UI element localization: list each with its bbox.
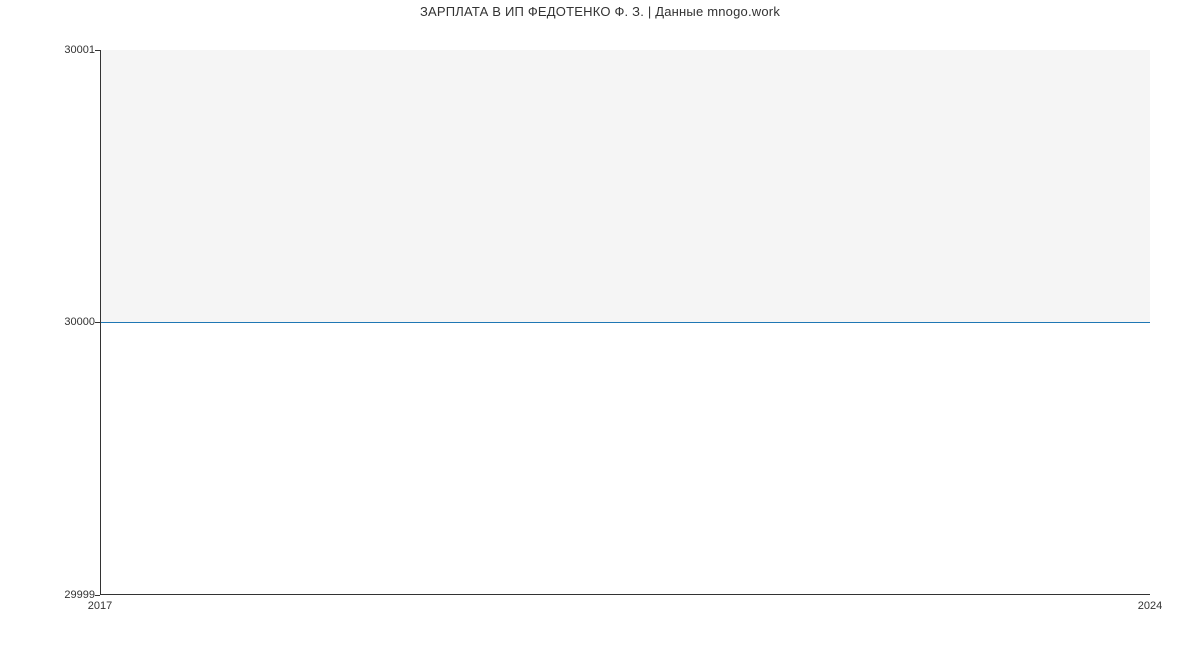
y-tick-label-top: 30001 [64, 44, 95, 56]
chart-title: ЗАРПЛАТА В ИП ФЕДОТЕНКО Ф. З. | Данные m… [0, 4, 1200, 19]
x-tick-label-right: 2024 [1138, 600, 1162, 612]
x-tick-label-left: 2017 [88, 600, 112, 612]
plot-lower-region [101, 322, 1150, 594]
salary-chart: ЗАРПЛАТА В ИП ФЕДОТЕНКО Ф. З. | Данные m… [0, 0, 1200, 650]
salary-line [101, 322, 1150, 323]
plot-area [100, 50, 1150, 595]
y-tick-mark [95, 595, 100, 596]
y-tick-label-mid: 30000 [64, 316, 95, 328]
